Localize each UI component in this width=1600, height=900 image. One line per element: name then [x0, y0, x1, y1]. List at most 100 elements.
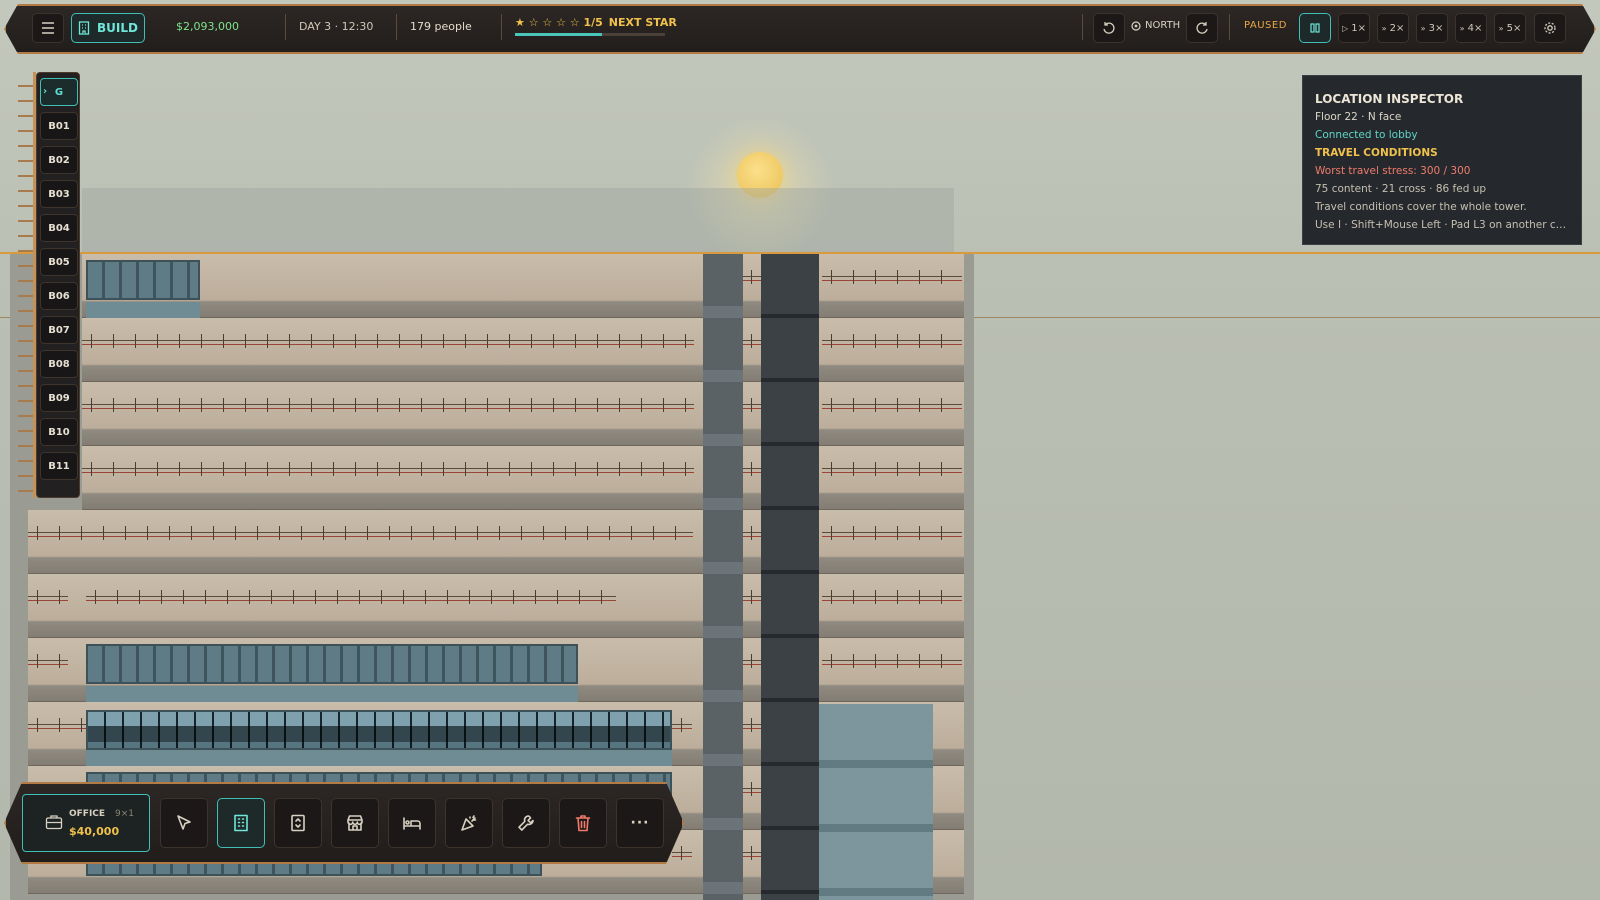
utility-room[interactable]	[822, 526, 962, 540]
water-tank[interactable]	[819, 704, 933, 900]
utility-room[interactable]	[86, 590, 616, 604]
elevator-tool-button[interactable]	[274, 798, 322, 848]
divider	[1082, 14, 1083, 40]
money-display: $2,093,000	[176, 20, 239, 33]
elevator-shaft[interactable]	[761, 254, 819, 900]
room-slab	[86, 686, 578, 702]
fast-forward-icon: »	[1498, 23, 1504, 33]
utility-room[interactable]	[742, 782, 762, 796]
divider	[1229, 14, 1230, 40]
tower-floor[interactable]	[28, 510, 964, 574]
office-room[interactable]	[86, 644, 578, 684]
selected-room-card[interactable]: OFFICE 9×1 $40,000	[22, 794, 150, 852]
utility-room[interactable]	[742, 654, 762, 668]
rotate-right-button[interactable]	[1186, 13, 1218, 43]
divider	[396, 14, 397, 40]
select-tool-button[interactable]	[160, 798, 208, 848]
build-mode-button[interactable]: BUILD	[71, 13, 145, 43]
floor-label: B06	[48, 290, 70, 302]
pause-button[interactable]	[1299, 13, 1331, 43]
utility-room[interactable]	[742, 718, 762, 732]
floor-button-b06[interactable]: B06	[40, 282, 78, 310]
utility-room[interactable]	[822, 462, 962, 476]
utility-room[interactable]	[28, 654, 68, 668]
utility-room[interactable]	[742, 334, 762, 348]
speed-1x-button[interactable]: ▷ 1×	[1338, 13, 1370, 43]
star-rating: ★ ☆ ☆ ☆ ☆ 1/5 NEXT STAR	[515, 16, 677, 29]
floor-button-b03[interactable]: B03	[40, 180, 78, 208]
tower-floor[interactable]	[82, 318, 964, 382]
divider	[501, 14, 502, 40]
stairwell-shaft[interactable]	[703, 254, 743, 900]
gear-icon	[1544, 22, 1556, 34]
tower-floor[interactable]	[82, 446, 964, 510]
utility-room[interactable]	[742, 398, 762, 412]
hotel-tool-button[interactable]	[388, 798, 436, 848]
utility-room[interactable]	[822, 398, 962, 412]
floor-button-b08[interactable]: B08	[40, 350, 78, 378]
event-tool-button[interactable]	[445, 798, 493, 848]
floor-button-b11[interactable]: B11	[40, 452, 78, 480]
utility-room[interactable]	[82, 334, 694, 348]
repair-tool-button[interactable]	[502, 798, 550, 848]
divider	[285, 14, 286, 40]
floor-button-b04[interactable]: B04	[40, 214, 78, 242]
rotate-left-button[interactable]	[1093, 13, 1125, 43]
roof-area[interactable]	[82, 188, 954, 252]
compass-display: NORTH	[1131, 20, 1180, 31]
shop-tool-button[interactable]	[331, 798, 379, 848]
speed-label: 4×	[1467, 22, 1483, 34]
speed-3x-button[interactable]: » 3×	[1416, 13, 1448, 43]
demolish-tool-button[interactable]	[559, 798, 607, 848]
trash-icon	[575, 815, 591, 832]
more-tools-button[interactable]: ···	[616, 798, 664, 848]
speed-label: 2×	[1389, 22, 1405, 34]
utility-room[interactable]	[742, 462, 762, 476]
tower-floor[interactable]	[28, 638, 964, 702]
floor-button-b01[interactable]: B01	[40, 112, 78, 140]
menu-button[interactable]	[32, 13, 64, 43]
floor-button-b02[interactable]: B02	[40, 146, 78, 174]
apartment-room[interactable]	[86, 710, 672, 750]
fast-forward-icon: »	[1420, 23, 1426, 33]
utility-room[interactable]	[672, 846, 692, 860]
speed-4x-button[interactable]: » 4×	[1455, 13, 1487, 43]
utility-room[interactable]	[742, 526, 762, 540]
speed-label: 5×	[1506, 22, 1522, 34]
star-progress-bar	[515, 33, 665, 36]
floor-button-b07[interactable]: B07	[40, 316, 78, 344]
utility-room[interactable]	[28, 718, 86, 732]
utility-room[interactable]	[672, 718, 692, 732]
utility-room[interactable]	[822, 590, 962, 604]
utility-room[interactable]	[822, 654, 962, 668]
briefcase-icon	[45, 815, 63, 830]
utility-room[interactable]	[822, 270, 962, 284]
floor-button-b10[interactable]: B10	[40, 418, 78, 446]
party-popper-icon	[461, 815, 477, 831]
utility-room[interactable]	[742, 846, 762, 860]
speed-2x-button[interactable]: » 2×	[1377, 13, 1409, 43]
floor-button-b09[interactable]: B09	[40, 384, 78, 412]
build-tool-button[interactable]	[217, 798, 265, 848]
floor-label: B02	[48, 154, 70, 166]
utility-room[interactable]	[742, 590, 762, 604]
floor-button-g[interactable]: › G	[40, 78, 78, 106]
utility-room[interactable]	[28, 590, 68, 604]
tower-floor[interactable]	[82, 382, 964, 446]
next-star-label: NEXT STAR	[608, 16, 677, 29]
utility-room[interactable]	[742, 270, 762, 284]
utility-room[interactable]	[82, 398, 694, 412]
wrench-icon	[518, 815, 534, 831]
tower-floor[interactable]	[28, 574, 964, 638]
tower-floor[interactable]	[82, 254, 964, 318]
utility-room[interactable]	[28, 526, 693, 540]
elevator-icon	[291, 814, 305, 832]
utility-room[interactable]	[82, 462, 694, 476]
floor-button-b05[interactable]: B05	[40, 248, 78, 276]
settings-button[interactable]	[1534, 13, 1566, 43]
speed-5x-button[interactable]: » 5×	[1494, 13, 1526, 43]
office-room[interactable]	[86, 260, 200, 300]
rotate-right-icon	[1196, 22, 1208, 34]
utility-room[interactable]	[822, 334, 962, 348]
pause-icon	[1310, 23, 1320, 33]
